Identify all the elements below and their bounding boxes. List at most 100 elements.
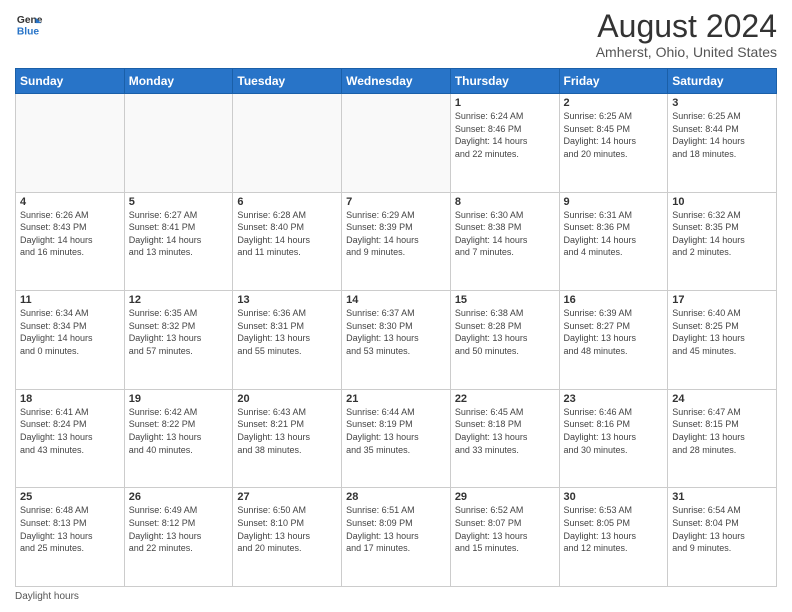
calendar-day: 7Sunrise: 6:29 AM Sunset: 8:39 PM Daylig… xyxy=(342,192,451,291)
day-number: 7 xyxy=(346,196,446,208)
day-info: Sunrise: 6:31 AM Sunset: 8:36 PM Dayligh… xyxy=(564,209,664,259)
day-number: 15 xyxy=(455,294,555,306)
day-info: Sunrise: 6:44 AM Sunset: 8:19 PM Dayligh… xyxy=(346,406,446,456)
calendar-day: 24Sunrise: 6:47 AM Sunset: 8:15 PM Dayli… xyxy=(668,389,777,488)
calendar-day: 15Sunrise: 6:38 AM Sunset: 8:28 PM Dayli… xyxy=(450,291,559,390)
calendar-week-row: 18Sunrise: 6:41 AM Sunset: 8:24 PM Dayli… xyxy=(16,389,777,488)
day-info: Sunrise: 6:37 AM Sunset: 8:30 PM Dayligh… xyxy=(346,307,446,357)
calendar-day xyxy=(342,94,451,193)
calendar-day: 14Sunrise: 6:37 AM Sunset: 8:30 PM Dayli… xyxy=(342,291,451,390)
day-info: Sunrise: 6:51 AM Sunset: 8:09 PM Dayligh… xyxy=(346,504,446,554)
calendar-day: 4Sunrise: 6:26 AM Sunset: 8:43 PM Daylig… xyxy=(16,192,125,291)
calendar-day: 18Sunrise: 6:41 AM Sunset: 8:24 PM Dayli… xyxy=(16,389,125,488)
calendar-day: 30Sunrise: 6:53 AM Sunset: 8:05 PM Dayli… xyxy=(559,488,668,587)
calendar-day xyxy=(16,94,125,193)
day-info: Sunrise: 6:25 AM Sunset: 8:44 PM Dayligh… xyxy=(672,110,772,160)
day-info: Sunrise: 6:49 AM Sunset: 8:12 PM Dayligh… xyxy=(129,504,229,554)
calendar-day: 9Sunrise: 6:31 AM Sunset: 8:36 PM Daylig… xyxy=(559,192,668,291)
calendar-day: 12Sunrise: 6:35 AM Sunset: 8:32 PM Dayli… xyxy=(124,291,233,390)
day-number: 25 xyxy=(20,491,120,503)
calendar-day: 8Sunrise: 6:30 AM Sunset: 8:38 PM Daylig… xyxy=(450,192,559,291)
col-sunday: Sunday xyxy=(16,69,125,94)
footer-note: Daylight hours xyxy=(15,591,777,602)
calendar-week-row: 25Sunrise: 6:48 AM Sunset: 8:13 PM Dayli… xyxy=(16,488,777,587)
svg-text:General: General xyxy=(17,15,43,26)
day-info: Sunrise: 6:52 AM Sunset: 8:07 PM Dayligh… xyxy=(455,504,555,554)
calendar-day: 27Sunrise: 6:50 AM Sunset: 8:10 PM Dayli… xyxy=(233,488,342,587)
day-info: Sunrise: 6:50 AM Sunset: 8:10 PM Dayligh… xyxy=(237,504,337,554)
day-number: 19 xyxy=(129,393,229,405)
day-info: Sunrise: 6:34 AM Sunset: 8:34 PM Dayligh… xyxy=(20,307,120,357)
calendar-table: Sunday Monday Tuesday Wednesday Thursday… xyxy=(15,68,777,587)
col-monday: Monday xyxy=(124,69,233,94)
col-tuesday: Tuesday xyxy=(233,69,342,94)
col-friday: Friday xyxy=(559,69,668,94)
calendar-day: 26Sunrise: 6:49 AM Sunset: 8:12 PM Dayli… xyxy=(124,488,233,587)
calendar-day: 1Sunrise: 6:24 AM Sunset: 8:46 PM Daylig… xyxy=(450,94,559,193)
day-number: 14 xyxy=(346,294,446,306)
calendar-day: 11Sunrise: 6:34 AM Sunset: 8:34 PM Dayli… xyxy=(16,291,125,390)
calendar-week-row: 4Sunrise: 6:26 AM Sunset: 8:43 PM Daylig… xyxy=(16,192,777,291)
main-title: August 2024 xyxy=(596,10,777,42)
day-info: Sunrise: 6:42 AM Sunset: 8:22 PM Dayligh… xyxy=(129,406,229,456)
calendar-day: 20Sunrise: 6:43 AM Sunset: 8:21 PM Dayli… xyxy=(233,389,342,488)
day-number: 29 xyxy=(455,491,555,503)
calendar-day: 2Sunrise: 6:25 AM Sunset: 8:45 PM Daylig… xyxy=(559,94,668,193)
calendar-day: 29Sunrise: 6:52 AM Sunset: 8:07 PM Dayli… xyxy=(450,488,559,587)
day-number: 13 xyxy=(237,294,337,306)
day-info: Sunrise: 6:41 AM Sunset: 8:24 PM Dayligh… xyxy=(20,406,120,456)
calendar-day: 31Sunrise: 6:54 AM Sunset: 8:04 PM Dayli… xyxy=(668,488,777,587)
day-info: Sunrise: 6:48 AM Sunset: 8:13 PM Dayligh… xyxy=(20,504,120,554)
day-number: 12 xyxy=(129,294,229,306)
day-number: 11 xyxy=(20,294,120,306)
day-number: 30 xyxy=(564,491,664,503)
calendar-day: 23Sunrise: 6:46 AM Sunset: 8:16 PM Dayli… xyxy=(559,389,668,488)
day-info: Sunrise: 6:53 AM Sunset: 8:05 PM Dayligh… xyxy=(564,504,664,554)
calendar-day: 10Sunrise: 6:32 AM Sunset: 8:35 PM Dayli… xyxy=(668,192,777,291)
day-number: 27 xyxy=(237,491,337,503)
logo-icon: General Blue xyxy=(15,10,43,38)
day-number: 21 xyxy=(346,393,446,405)
header: General Blue August 2024 Amherst, Ohio, … xyxy=(15,10,777,60)
day-info: Sunrise: 6:36 AM Sunset: 8:31 PM Dayligh… xyxy=(237,307,337,357)
calendar-day: 3Sunrise: 6:25 AM Sunset: 8:44 PM Daylig… xyxy=(668,94,777,193)
svg-text:Blue: Blue xyxy=(17,26,40,37)
day-info: Sunrise: 6:28 AM Sunset: 8:40 PM Dayligh… xyxy=(237,209,337,259)
day-info: Sunrise: 6:35 AM Sunset: 8:32 PM Dayligh… xyxy=(129,307,229,357)
day-number: 18 xyxy=(20,393,120,405)
calendar-day: 28Sunrise: 6:51 AM Sunset: 8:09 PM Dayli… xyxy=(342,488,451,587)
day-number: 10 xyxy=(672,196,772,208)
day-info: Sunrise: 6:39 AM Sunset: 8:27 PM Dayligh… xyxy=(564,307,664,357)
day-info: Sunrise: 6:30 AM Sunset: 8:38 PM Dayligh… xyxy=(455,209,555,259)
col-thursday: Thursday xyxy=(450,69,559,94)
calendar-day: 25Sunrise: 6:48 AM Sunset: 8:13 PM Dayli… xyxy=(16,488,125,587)
col-saturday: Saturday xyxy=(668,69,777,94)
calendar-week-row: 1Sunrise: 6:24 AM Sunset: 8:46 PM Daylig… xyxy=(16,94,777,193)
day-number: 8 xyxy=(455,196,555,208)
day-number: 20 xyxy=(237,393,337,405)
day-info: Sunrise: 6:43 AM Sunset: 8:21 PM Dayligh… xyxy=(237,406,337,456)
col-wednesday: Wednesday xyxy=(342,69,451,94)
title-block: August 2024 Amherst, Ohio, United States xyxy=(596,10,777,60)
subtitle: Amherst, Ohio, United States xyxy=(596,44,777,60)
calendar-day: 22Sunrise: 6:45 AM Sunset: 8:18 PM Dayli… xyxy=(450,389,559,488)
day-number: 5 xyxy=(129,196,229,208)
day-info: Sunrise: 6:27 AM Sunset: 8:41 PM Dayligh… xyxy=(129,209,229,259)
calendar-day: 5Sunrise: 6:27 AM Sunset: 8:41 PM Daylig… xyxy=(124,192,233,291)
day-info: Sunrise: 6:47 AM Sunset: 8:15 PM Dayligh… xyxy=(672,406,772,456)
calendar-day: 19Sunrise: 6:42 AM Sunset: 8:22 PM Dayli… xyxy=(124,389,233,488)
day-number: 16 xyxy=(564,294,664,306)
day-info: Sunrise: 6:25 AM Sunset: 8:45 PM Dayligh… xyxy=(564,110,664,160)
day-number: 23 xyxy=(564,393,664,405)
day-number: 2 xyxy=(564,97,664,109)
calendar-day: 17Sunrise: 6:40 AM Sunset: 8:25 PM Dayli… xyxy=(668,291,777,390)
calendar-day: 6Sunrise: 6:28 AM Sunset: 8:40 PM Daylig… xyxy=(233,192,342,291)
day-info: Sunrise: 6:46 AM Sunset: 8:16 PM Dayligh… xyxy=(564,406,664,456)
day-number: 9 xyxy=(564,196,664,208)
calendar-header-row: Sunday Monday Tuesday Wednesday Thursday… xyxy=(16,69,777,94)
day-number: 22 xyxy=(455,393,555,405)
calendar-day xyxy=(233,94,342,193)
page: General Blue August 2024 Amherst, Ohio, … xyxy=(0,0,792,612)
day-number: 1 xyxy=(455,97,555,109)
day-number: 26 xyxy=(129,491,229,503)
